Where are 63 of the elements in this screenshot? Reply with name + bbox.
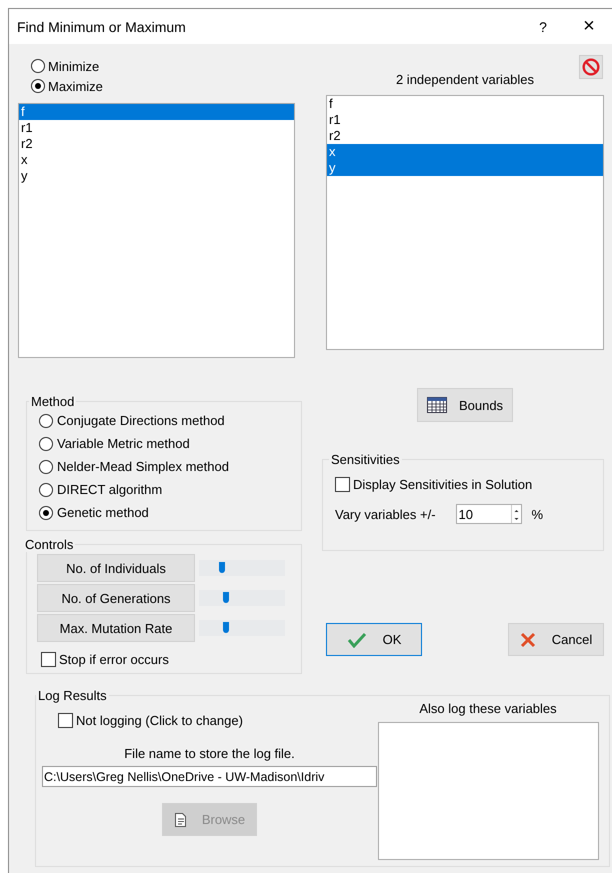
slider[interactable]	[199, 560, 285, 576]
group-title: Method	[30, 394, 76, 409]
stop-button[interactable]	[579, 55, 603, 79]
radio-button[interactable]	[39, 460, 53, 474]
checkbox-label[interactable]: Not logging (Click to change)	[76, 713, 243, 728]
list-item[interactable]: y	[19, 168, 294, 184]
list-heading: 2 independent variables	[394, 72, 536, 87]
parameter-button[interactable]: Max. Mutation Rate	[37, 614, 195, 642]
file-path-field[interactable]: C:\Users\Greg Nellis\OneDrive - UW-Madison\Idriv	[42, 766, 377, 787]
group-title: Controls	[24, 537, 74, 552]
parameter-button[interactable]: No. of Generations	[37, 584, 195, 612]
parameter-button[interactable]: No. of Individuals	[37, 554, 195, 582]
radio-button[interactable]	[31, 79, 45, 93]
radio-label[interactable]: Genetic method	[57, 505, 149, 520]
list-item[interactable]: r1	[327, 112, 603, 128]
checkbox[interactable]	[41, 652, 56, 667]
group-title: Sensitivities	[330, 452, 401, 467]
list-item[interactable]: f	[19, 104, 294, 120]
close-icon	[520, 632, 536, 648]
cancel-button[interactable]: Cancel	[508, 623, 604, 656]
group-title: Log Results	[37, 688, 108, 703]
window-title: Find Minimum or Maximum	[17, 18, 187, 34]
radio-label[interactable]: Variable Metric method	[57, 436, 190, 451]
radio-button[interactable]	[39, 436, 53, 450]
slider-thumb[interactable]	[223, 592, 229, 603]
radio-button[interactable]	[39, 506, 53, 520]
table-icon	[426, 397, 447, 413]
close-button[interactable]: ×	[566, 15, 612, 38]
document-icon	[174, 812, 188, 828]
help-button[interactable]: ?	[520, 18, 566, 34]
spin-arrows-icon[interactable]	[510, 505, 521, 523]
list-item[interactable]: y	[327, 160, 603, 176]
slider[interactable]	[199, 590, 285, 606]
field-label: Vary variables +/-	[335, 506, 436, 522]
checkmark-icon	[346, 632, 367, 648]
checkbox-label[interactable]: Display Sensitivities in Solution	[353, 477, 532, 492]
radio-label[interactable]: DIRECT algorithm	[57, 482, 162, 497]
radio-label[interactable]: Conjugate Directions method	[57, 413, 225, 428]
bounds-button[interactable]: Bounds	[417, 388, 513, 422]
unit-label: %	[532, 506, 544, 522]
ok-button[interactable]: OK	[326, 623, 422, 656]
list-item[interactable]: f	[327, 96, 603, 112]
radio-label[interactable]: Nelder-Mead Simplex method	[57, 459, 229, 474]
radio-button[interactable]	[39, 414, 53, 428]
prohibited-icon	[582, 58, 600, 76]
radio-button[interactable]	[39, 482, 53, 496]
checkbox[interactable]	[58, 713, 73, 728]
list-heading: Also log these variables	[419, 701, 557, 716]
slider-thumb[interactable]	[219, 562, 225, 573]
field-label: File name to store the log file.	[124, 746, 295, 761]
checkbox-label[interactable]: Stop if error occurs	[59, 652, 169, 667]
radio-label[interactable]: Minimize	[48, 58, 100, 74]
slider[interactable]	[199, 620, 285, 636]
list-item[interactable]: r2	[19, 136, 294, 152]
list-item[interactable]: r2	[327, 128, 603, 144]
checkbox[interactable]	[335, 477, 350, 492]
list-item[interactable]: r1	[19, 120, 294, 136]
radio-label[interactable]: Maximize	[48, 78, 103, 94]
list-item[interactable]: x	[19, 152, 294, 168]
slider-thumb[interactable]	[223, 622, 229, 633]
spin-field[interactable]: 10	[456, 504, 522, 524]
list-item[interactable]: x	[327, 144, 603, 160]
radio-button[interactable]	[31, 59, 45, 73]
